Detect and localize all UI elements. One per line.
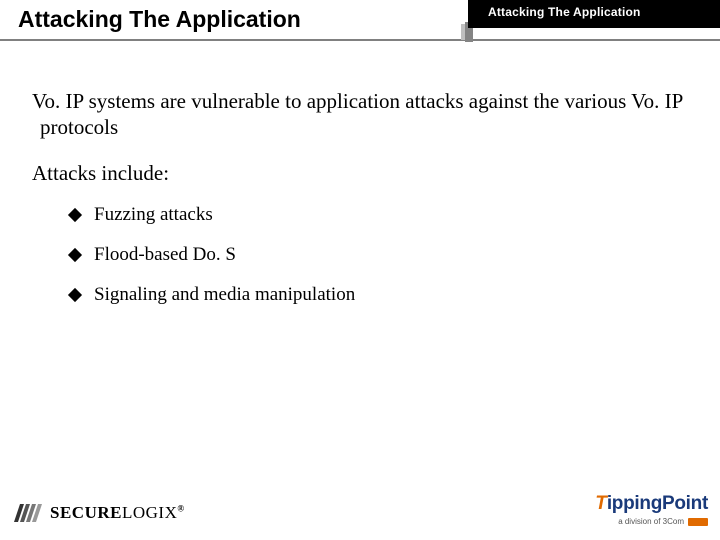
slide-footer: SECURELOGIX® TippingPoint a division of … — [0, 480, 720, 530]
registered-mark: ® — [177, 503, 184, 513]
logo-tagline: a division of 3Com — [618, 517, 684, 526]
list-item: Signaling and media manipulation — [70, 284, 690, 306]
tippingpoint-text: TippingPoint — [595, 493, 708, 515]
diamond-bullet-icon — [68, 287, 82, 301]
bullet-list: Fuzzing attacks Flood-based Do. S Signal… — [70, 204, 690, 306]
securelogix-logo: SECURELOGIX® — [14, 502, 185, 524]
securelogix-mark-icon — [14, 502, 44, 524]
diamond-bullet-icon — [68, 247, 82, 261]
logo-word-ippingpoint: ippingPoint — [607, 493, 708, 514]
diamond-bullet-icon — [68, 207, 82, 221]
list-item: Fuzzing attacks — [70, 204, 690, 226]
intro-paragraph: Vo. IP systems are vulnerable to applica… — [32, 88, 690, 141]
slide-title: Attacking The Application — [18, 6, 301, 33]
header-tab-label: Attacking The Application — [468, 0, 720, 19]
slide-header: Attacking The Application Attacking The … — [0, 0, 720, 56]
slide-body: Vo. IP systems are vulnerable to applica… — [32, 88, 690, 324]
slide: Attacking The Application Attacking The … — [0, 0, 720, 540]
logo-word-logix: LOGIX — [122, 503, 177, 522]
header-rule — [0, 39, 720, 41]
subheading: Attacks include: — [32, 161, 690, 186]
logo-letter-t: T — [595, 493, 607, 514]
logo-swatch-icon — [688, 518, 708, 526]
list-item-label: Signaling and media manipulation — [94, 284, 355, 306]
tippingpoint-logo: TippingPoint a division of 3Com — [595, 493, 708, 526]
tippingpoint-subtext: a division of 3Com — [595, 517, 708, 526]
securelogix-text: SECURELOGIX® — [50, 503, 185, 523]
list-item-label: Flood-based Do. S — [94, 244, 236, 266]
logo-word-secure: SECURE — [50, 503, 122, 522]
list-item-label: Fuzzing attacks — [94, 204, 213, 226]
list-item: Flood-based Do. S — [70, 244, 690, 266]
header-tab: Attacking The Application — [468, 0, 720, 28]
